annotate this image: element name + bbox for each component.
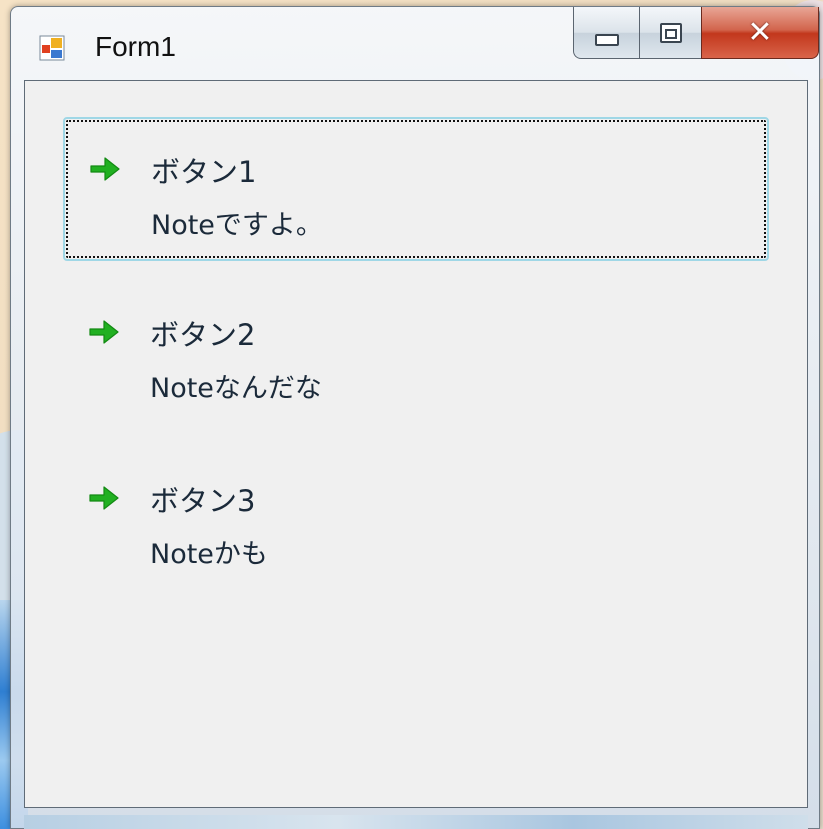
command-link-note: Noteかも: [150, 539, 268, 570]
green-arrow-icon: [89, 320, 119, 344]
command-link-title: ボタン3: [150, 484, 256, 518]
maximize-button[interactable]: [639, 7, 701, 59]
window-title: Form1: [95, 31, 176, 62]
command-link-button-1[interactable]: ボタン1 Noteですよ。: [63, 117, 769, 261]
minimize-icon: [594, 33, 619, 46]
minimize-button[interactable]: [573, 7, 639, 59]
command-link-button-3[interactable]: ボタン3 Noteかも: [63, 447, 769, 591]
command-link-title: ボタン1: [151, 155, 257, 189]
command-link-note: Noteなんだな: [150, 373, 322, 404]
command-link-note: Noteですよ。: [151, 210, 323, 241]
form-client-area: ボタン1 Noteですよ。 ボタン2 Noteなんだな ボタン3 Noteかも: [24, 80, 808, 808]
green-arrow-icon: [90, 157, 120, 181]
title-bar[interactable]: Form1 ✕: [11, 7, 819, 87]
command-link-title: ボタン2: [150, 318, 256, 352]
winforms-app-icon: [39, 35, 65, 61]
maximize-icon: [659, 22, 682, 43]
close-button[interactable]: ✕: [701, 7, 819, 59]
command-link-button-2[interactable]: ボタン2 Noteなんだな: [63, 281, 769, 425]
caption-buttons: ✕: [573, 7, 819, 59]
close-icon: ✕: [747, 15, 773, 50]
window-bottom-border: [24, 815, 808, 829]
green-arrow-icon: [89, 486, 119, 510]
